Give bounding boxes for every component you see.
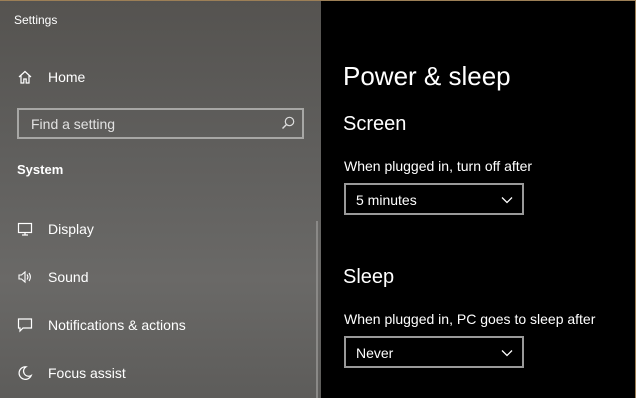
chevron-down-icon [500,346,514,360]
search-icon[interactable] [280,115,296,131]
sleep-heading: Sleep [343,266,395,288]
screen-timeout-value: 5 minutes [356,192,417,208]
notification-icon [16,316,34,334]
window-title: Settings [14,13,58,27]
sidebar-item-home[interactable]: Home [0,57,321,97]
screen-timeout-label: When plugged in, turn off after [344,158,533,174]
sleep-timeout-value: Never [356,345,394,361]
settings-window: Settings Home System [0,0,636,398]
sidebar: Settings Home System [0,1,321,398]
page-title: Power & sleep [343,61,511,91]
sidebar-item-notifications[interactable]: Notifications & actions [0,305,321,345]
sidebar-item-label: Focus assist [48,365,126,381]
sidebar-item-label: Display [48,221,94,237]
sidebar-item-label: Notifications & actions [48,317,186,333]
screen-timeout-dropdown[interactable]: 5 minutes [344,183,524,215]
section-heading: System [17,162,64,177]
sidebar-item-display[interactable]: Display [0,209,321,249]
moon-icon [16,364,34,382]
main-content: Power & sleep Screen When plugged in, tu… [321,1,635,398]
search-input[interactable] [29,114,278,133]
sidebar-scrollbar[interactable] [316,221,318,398]
search-box[interactable] [17,108,304,139]
sleep-timeout-dropdown[interactable]: Never [344,336,524,368]
sidebar-item-focus-assist[interactable]: Focus assist [0,353,321,393]
sleep-timeout-label: When plugged in, PC goes to sleep after [344,311,596,327]
sidebar-item-label: Sound [48,269,89,285]
home-icon [16,68,34,86]
sidebar-item-label: Home [48,69,86,85]
chevron-down-icon [500,193,514,207]
sidebar-item-sound[interactable]: Sound [0,257,321,297]
speaker-icon [16,268,34,286]
monitor-icon [16,220,34,238]
screen-heading: Screen [343,113,407,135]
